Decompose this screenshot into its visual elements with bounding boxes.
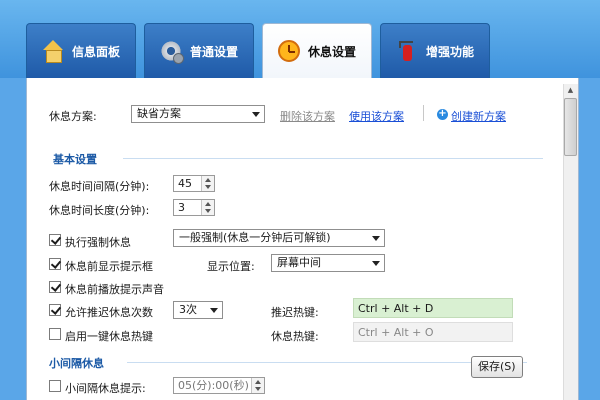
interval-label: 休息时间间隔(分钟):	[49, 180, 150, 193]
section-divider	[123, 158, 543, 159]
allow-delay-checkbox[interactable]	[49, 304, 61, 316]
tab-rest-settings[interactable]: 休息设置	[262, 23, 372, 78]
scheme-label: 休息方案:	[49, 110, 97, 123]
scheme-select[interactable]: 缺省方案	[131, 105, 265, 123]
tab-label: 休息设置	[307, 44, 356, 59]
small-interval-checkbox[interactable]	[49, 380, 61, 392]
show-prompt-checkbox[interactable]	[49, 258, 61, 270]
rest-hotkey-value: Ctrl + Alt + O	[358, 326, 434, 339]
position-select[interactable]: 屏幕中间	[271, 254, 385, 272]
tab-label: 普通设置	[189, 44, 238, 59]
scroll-thumb[interactable]	[564, 98, 577, 156]
tab-general-settings[interactable]: 普通设置	[144, 23, 254, 78]
force-rest-checkbox[interactable]	[49, 234, 61, 246]
length-stepper[interactable]: 3	[173, 199, 215, 216]
stepper-buttons[interactable]	[201, 200, 214, 215]
position-value: 屏幕中间	[277, 256, 321, 269]
use-scheme-link[interactable]: 使用该方案	[349, 108, 404, 124]
scroll-up-icon[interactable]: ▲	[563, 84, 578, 96]
one-key-rest-checkbox[interactable]	[49, 328, 61, 340]
interval-value: 45	[178, 177, 192, 190]
watermark-logo: Bai 经验	[474, 381, 532, 397]
settings-panel: 休息方案: 缺省方案 删除该方案 使用该方案 + 创建新方案 基本设置 休息时间…	[26, 78, 579, 400]
section-divider	[127, 362, 527, 363]
small-interval-label: 小间隔休息提示:	[65, 382, 146, 395]
delete-scheme-link[interactable]: 删除该方案	[280, 108, 335, 124]
clock-icon	[277, 40, 300, 62]
stepper-buttons[interactable]	[201, 176, 214, 191]
allow-delay-label: 允许推迟休息次数	[65, 306, 153, 319]
force-mode-select[interactable]: 一般强制(休息一分钟后可解锁)	[173, 229, 385, 247]
chevron-down-icon	[210, 308, 218, 313]
chevron-down-icon	[372, 236, 380, 241]
tab-bar: 信息面板 普通设置 休息设置 增强功能	[26, 23, 490, 78]
divider	[423, 105, 424, 121]
scheme-select-value: 缺省方案	[137, 107, 181, 120]
delay-times-value: 3次	[179, 303, 197, 316]
small-interval-value: 05(分):00(秒)	[178, 379, 249, 392]
create-scheme-link[interactable]: 创建新方案	[451, 108, 506, 124]
chevron-down-icon	[252, 112, 260, 117]
chevron-down-icon	[372, 261, 380, 266]
show-prompt-label: 休息前显示提示框	[65, 260, 153, 273]
small-interval-stepper[interactable]: 05(分):00(秒)	[173, 377, 265, 394]
gear-icon	[159, 40, 184, 64]
delay-times-select[interactable]: 3次	[173, 301, 223, 319]
play-sound-checkbox[interactable]	[49, 281, 61, 293]
force-rest-label: 执行强制休息	[65, 236, 131, 249]
home-icon	[42, 40, 64, 63]
stepper-buttons[interactable]	[251, 378, 264, 393]
delay-hotkey-input[interactable]: Ctrl + Alt + D	[353, 298, 513, 318]
rest-hotkey-input[interactable]: Ctrl + Alt + O	[353, 322, 513, 342]
interval-stepper[interactable]: 45	[173, 175, 215, 192]
tab-label: 信息面板	[71, 44, 120, 59]
one-key-rest-label: 启用一键休息热键	[65, 330, 153, 343]
delay-hotkey-value: Ctrl + Alt + D	[358, 302, 434, 315]
save-button[interactable]: 保存(S)	[471, 356, 523, 378]
force-mode-value: 一般强制(休息一分钟后可解锁)	[179, 231, 331, 244]
delay-hotkey-label: 推迟热键:	[271, 306, 319, 319]
tab-enhanced-features[interactable]: 增强功能	[380, 23, 490, 78]
tab-info-panel[interactable]: 信息面板	[26, 23, 136, 78]
top-bar: 信息面板 普通设置 休息设置 增强功能	[0, 0, 600, 78]
tool-icon	[396, 40, 418, 62]
small-interval-title: 小间隔休息	[49, 357, 104, 370]
length-label: 休息时间长度(分钟):	[49, 204, 150, 217]
position-label: 显示位置:	[207, 260, 255, 273]
plus-icon[interactable]: +	[437, 109, 448, 120]
rest-hotkey-label: 休息热键:	[271, 330, 319, 343]
basic-settings-title: 基本设置	[53, 153, 97, 166]
tab-label: 增强功能	[425, 44, 474, 59]
play-sound-label: 休息前播放提示声音	[65, 283, 164, 296]
length-value: 3	[178, 201, 185, 214]
